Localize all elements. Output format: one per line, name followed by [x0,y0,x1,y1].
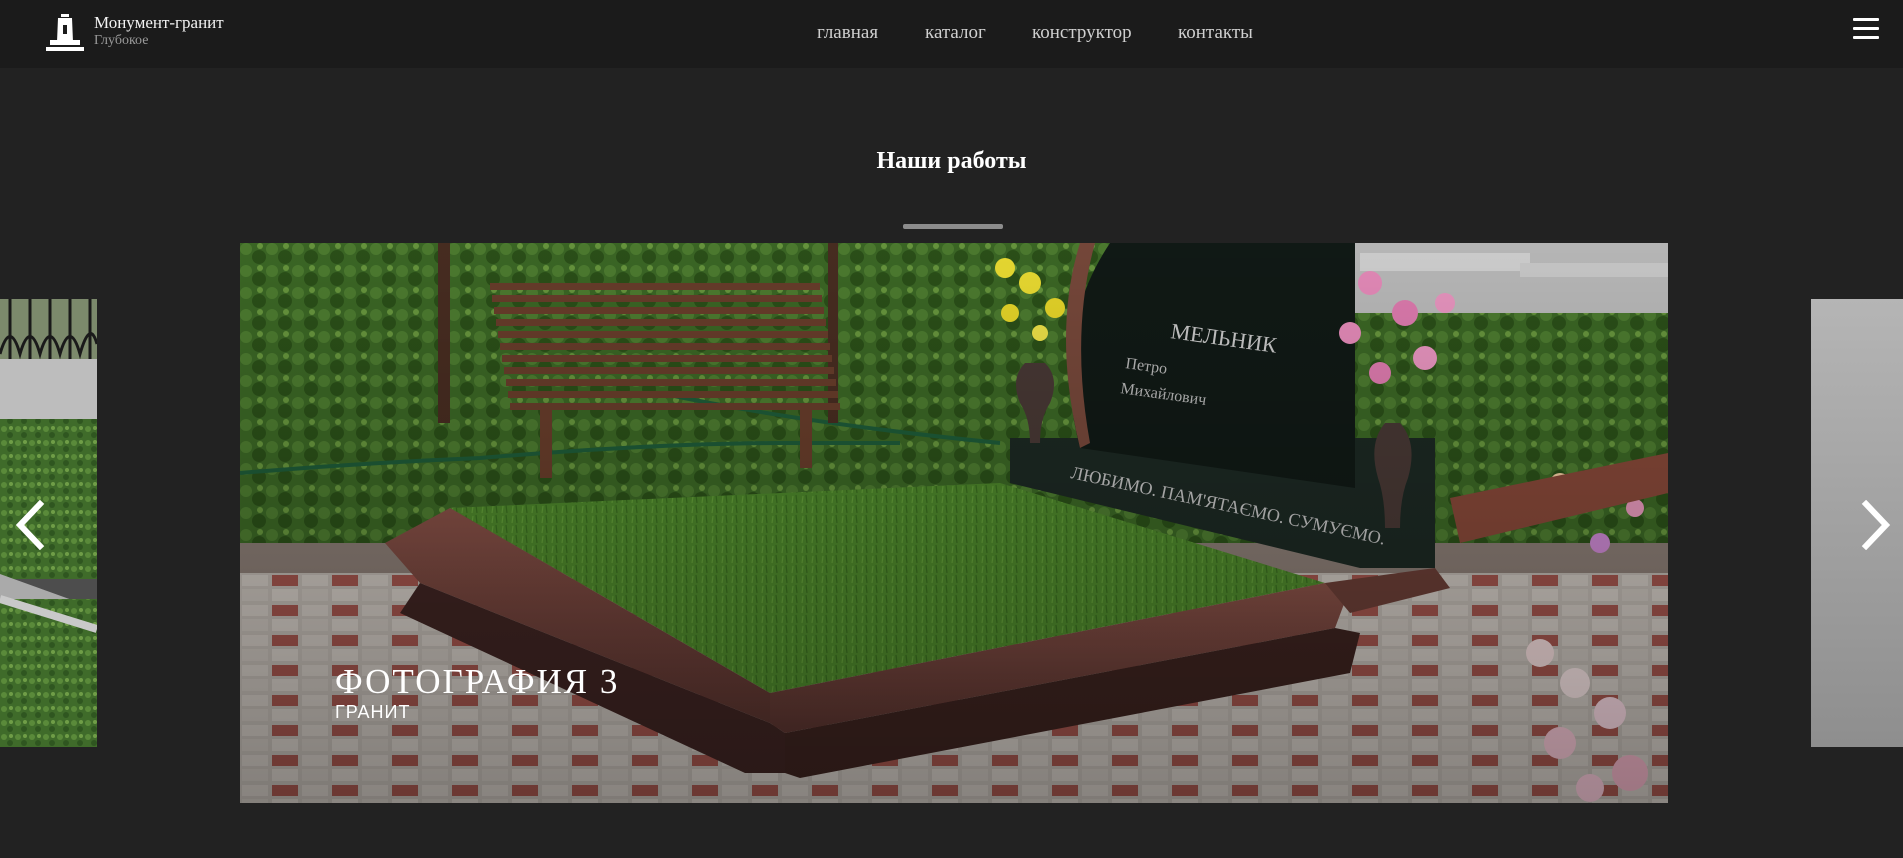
nav-item-constructor[interactable]: конструктор [1032,22,1132,44]
section-title: Наши работы [876,148,1027,174]
hamburger-menu-icon[interactable] [1853,18,1879,40]
slide-caption-subtitle: ГРАНИТ [335,702,411,722]
chevron-left-icon[interactable] [14,500,48,550]
title-divider [903,224,1003,229]
nav-item-home[interactable]: главная [817,22,878,44]
slide-caption: ФОТОГРАФИЯ 3 ГРАНИТ [335,662,619,722]
chevron-right-icon[interactable] [1858,500,1892,550]
site-header: Монумент-гранит Глубокое главная каталог… [0,0,1903,68]
slide-caption-title: ФОТОГРАФИЯ 3 [335,662,620,701]
nav-item-contacts[interactable]: контакты [1178,22,1253,44]
current-slide[interactable]: МЕЛЬНИК Петро Михайлович ЛЮБИМО. ПАМ'ЯТА… [240,243,1668,803]
main-nav: главная каталог конструктор контакты [0,22,1903,46]
nav-item-catalog[interactable]: каталог [925,22,986,44]
